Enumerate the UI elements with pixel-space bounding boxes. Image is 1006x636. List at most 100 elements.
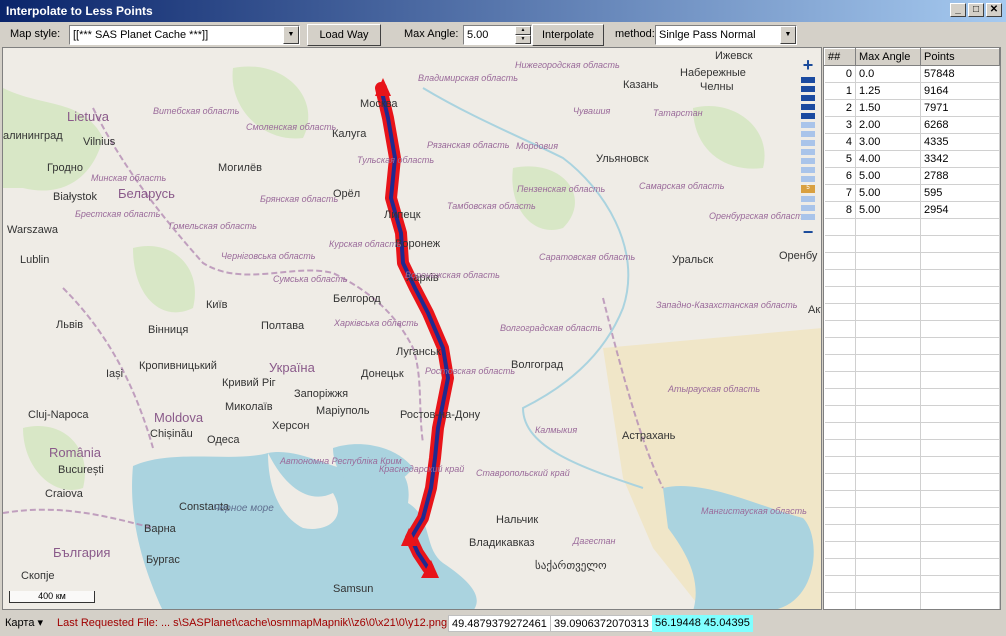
map-canvas (3, 48, 821, 609)
zoom-control[interactable]: + 5 − (799, 56, 817, 286)
map-city-label: Москва (360, 98, 398, 110)
table-row-empty[interactable] (824, 558, 1000, 576)
map-region-label: Автономна Республіка Крим (280, 456, 402, 466)
column-header-points[interactable]: Points (920, 48, 1000, 66)
table-row-empty[interactable] (824, 507, 1000, 525)
table-row[interactable]: 0 0.0 57848 (824, 65, 1000, 83)
map-country-label: Україна (269, 360, 315, 375)
empty-cell (855, 456, 921, 474)
zoom-in-icon[interactable]: + (799, 56, 817, 74)
table-row-empty[interactable] (824, 303, 1000, 321)
load-way-button[interactable]: Load Way (307, 24, 381, 46)
max-angle-value: 5.00 (467, 29, 489, 41)
table-row[interactable]: 5 4.00 3342 (824, 150, 1000, 168)
table-row-empty[interactable] (824, 371, 1000, 389)
interpolate-button[interactable]: Interpolate (532, 24, 604, 46)
table-row-empty[interactable] (824, 388, 1000, 406)
table-row[interactable]: 4 3.00 4335 (824, 133, 1000, 151)
row-index: 6 (824, 167, 856, 185)
map-city-label: Białystok (53, 191, 98, 203)
map-city-label: Гродно (47, 162, 83, 174)
maximize-button[interactable]: □ (968, 3, 984, 17)
empty-cell (920, 337, 1000, 355)
angle-points-table[interactable]: ## Max Angle Points 0 0.0 57848 1 1.25 9164 2 1… (823, 47, 1001, 610)
table-row-empty[interactable] (824, 337, 1000, 355)
row-max-angle: 0.0 (855, 65, 921, 83)
map-style-select[interactable]: [[*** SAS Planet Cache ***]] ▼ (69, 25, 300, 45)
empty-cell (824, 405, 856, 423)
table-row-empty[interactable] (824, 456, 1000, 474)
table-row-empty[interactable] (824, 269, 1000, 287)
spin-up-icon[interactable]: ▲ (515, 26, 531, 35)
map-region-label: Мордовия (516, 141, 558, 151)
table-row[interactable]: 3 2.00 6268 (824, 116, 1000, 134)
empty-cell (855, 575, 921, 593)
empty-cell (855, 592, 921, 609)
map-city-label: Воронеж (395, 238, 441, 250)
table-row-empty[interactable] (824, 439, 1000, 457)
table-row[interactable]: 2 1.50 7971 (824, 99, 1000, 117)
empty-cell (855, 558, 921, 576)
table-row-empty[interactable] (824, 575, 1000, 593)
table-row-empty[interactable] (824, 218, 1000, 236)
table-row-empty[interactable] (824, 235, 1000, 253)
empty-cell (920, 592, 1000, 609)
table-row-empty[interactable] (824, 252, 1000, 270)
empty-cell (824, 218, 856, 236)
table-row-empty[interactable] (824, 405, 1000, 423)
karta-menu[interactable]: Карта ▾ (2, 615, 46, 632)
table-row-empty[interactable] (824, 524, 1000, 542)
map-city-label: Samsun (333, 583, 374, 595)
map-view[interactable]: Москва Калуга Орёл Липецк Воронеж Белгор… (2, 47, 822, 610)
map-city-label: Казань (623, 79, 659, 91)
empty-cell (824, 541, 856, 559)
chevron-down-icon[interactable]: ▼ (780, 26, 796, 44)
minimize-button[interactable]: _ (950, 3, 966, 17)
map-region-label: Черніговська область (221, 251, 316, 261)
map-city-label: Запоріжжя (294, 388, 349, 400)
table-row[interactable]: 6 5.00 2788 (824, 167, 1000, 185)
column-header-max-angle[interactable]: Max Angle (855, 48, 921, 66)
table-row-empty[interactable] (824, 320, 1000, 338)
map-region-label: Курская область (329, 239, 402, 249)
map-city-label: Львів (56, 319, 84, 331)
empty-cell (920, 507, 1000, 525)
longitude-readout: 39.0906372070313 (550, 615, 653, 632)
table-row[interactable]: 1 1.25 9164 (824, 82, 1000, 100)
map-region-label: Тамбовская область (447, 201, 536, 211)
empty-cell (855, 218, 921, 236)
spin-down-icon[interactable]: ▼ (515, 35, 531, 44)
close-button[interactable]: ✕ (986, 3, 1002, 17)
map-region-label: Смоленская область (246, 122, 337, 132)
window-titlebar: Interpolate to Less Points _ □ ✕ (0, 0, 1006, 22)
table-row-empty[interactable] (824, 286, 1000, 304)
table-row[interactable]: 7 5.00 595 (824, 184, 1000, 202)
column-header-index[interactable]: ## (824, 48, 856, 66)
table-row[interactable]: 8 5.00 2954 (824, 201, 1000, 219)
empty-cell (855, 286, 921, 304)
map-region-label: Самарская область (639, 181, 725, 191)
table-row-empty[interactable] (824, 541, 1000, 559)
map-region-label: Брестская область (75, 209, 161, 219)
table-row-empty[interactable] (824, 490, 1000, 508)
map-city-label: Белгород (333, 293, 381, 305)
map-city-label: Варна (144, 523, 176, 535)
empty-cell (824, 235, 856, 253)
toolbar: Map style: [[*** SAS Planet Cache ***]] … (0, 22, 1006, 47)
table-row-empty[interactable] (824, 473, 1000, 491)
empty-cell (855, 337, 921, 355)
map-country-label: საქართველო (535, 560, 607, 572)
method-select[interactable]: Sinlge Pass Normal ▼ (655, 25, 797, 45)
map-country-label: България (53, 545, 111, 560)
empty-cell (920, 320, 1000, 338)
zoom-level-indicator[interactable]: 5 (801, 185, 815, 193)
map-city-label: Челны (700, 81, 734, 93)
max-angle-stepper[interactable]: 5.00 ▲ ▼ (463, 25, 532, 45)
table-row-empty[interactable] (824, 422, 1000, 440)
map-city-label: Маріуполь (316, 405, 370, 417)
table-row-empty[interactable] (824, 592, 1000, 609)
map-city-label: Chișinău (150, 428, 193, 440)
zoom-out-icon[interactable]: − (799, 223, 817, 241)
chevron-down-icon[interactable]: ▼ (283, 26, 299, 44)
table-row-empty[interactable] (824, 354, 1000, 372)
